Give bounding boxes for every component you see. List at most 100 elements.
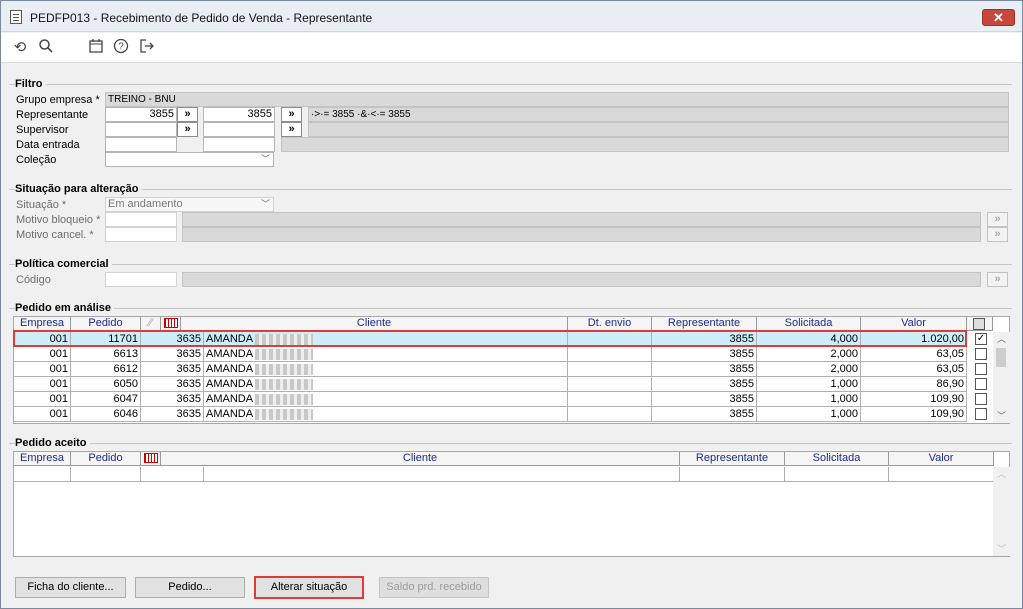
cell-cliente[interactable]: AMANDA bbox=[204, 392, 568, 407]
empty-cell[interactable] bbox=[71, 467, 141, 482]
codigo-lookup-button[interactable]: » bbox=[987, 272, 1008, 287]
cell-valor[interactable]: 86,90 bbox=[861, 377, 967, 392]
representante-from-lookup-button[interactable]: » bbox=[177, 107, 198, 122]
cell-sol[interactable]: 2,000 bbox=[757, 347, 861, 362]
exit-icon[interactable] bbox=[137, 38, 157, 58]
cell-cliente[interactable]: AMANDA bbox=[204, 347, 568, 362]
cell-dt[interactable] bbox=[568, 392, 652, 407]
cell-cod[interactable]: 3635 bbox=[141, 347, 204, 362]
col-select-all[interactable] bbox=[967, 317, 993, 331]
col-pedido[interactable]: Pedido bbox=[71, 452, 141, 466]
scroll-up-icon[interactable]: ︿ bbox=[993, 332, 1010, 346]
analise-scrollbar[interactable]: ︿ ﹀ bbox=[993, 332, 1010, 423]
col-cliente[interactable]: Cliente bbox=[181, 317, 568, 331]
cell-rep[interactable]: 3855 bbox=[652, 407, 757, 422]
motivo-bloqueio-input[interactable] bbox=[105, 212, 177, 227]
cell-empresa[interactable]: 001 bbox=[14, 392, 71, 407]
representante-from-input[interactable]: 3855 bbox=[105, 107, 177, 122]
cell-dt[interactable] bbox=[568, 407, 652, 422]
supervisor-to-lookup-button[interactable]: » bbox=[281, 122, 302, 137]
grupo-empresa-field[interactable]: TREINO - BNU bbox=[105, 92, 1009, 107]
cell-rep[interactable]: 3855 bbox=[652, 347, 757, 362]
row-checkbox[interactable] bbox=[975, 393, 987, 405]
row-checkbox[interactable] bbox=[975, 348, 987, 360]
empty-cell[interactable] bbox=[680, 467, 785, 482]
supervisor-from-lookup-button[interactable]: » bbox=[177, 122, 198, 137]
empty-cell[interactable] bbox=[204, 467, 680, 482]
cell-valor[interactable]: 109,90 bbox=[861, 392, 967, 407]
cell-cod[interactable]: 3635 bbox=[141, 407, 204, 422]
col-valor[interactable]: Valor bbox=[861, 317, 967, 331]
cell-pedido[interactable]: 6613 bbox=[71, 347, 141, 362]
motivo-cancel-input[interactable] bbox=[105, 227, 177, 242]
cell-sol[interactable]: 1,000 bbox=[757, 377, 861, 392]
cell-empresa[interactable]: 001 bbox=[14, 347, 71, 362]
scroll-thumb[interactable] bbox=[996, 348, 1006, 367]
supervisor-from-input[interactable] bbox=[105, 122, 177, 137]
cell-dt[interactable] bbox=[568, 347, 652, 362]
motivo-bloqueio-lookup-button[interactable]: » bbox=[987, 212, 1008, 227]
data-entrada-to-input[interactable] bbox=[203, 137, 275, 152]
colecao-select[interactable]: ﹀ bbox=[105, 152, 274, 167]
row-checkbox[interactable] bbox=[975, 378, 987, 390]
empty-cell[interactable] bbox=[14, 467, 71, 482]
empty-cell[interactable] bbox=[785, 467, 889, 482]
saldo-prd-button[interactable]: Saldo prd. recebido bbox=[379, 577, 489, 598]
representante-to-input[interactable]: 3855 bbox=[203, 107, 275, 122]
col-solicitada[interactable]: Solicitada bbox=[757, 317, 861, 331]
cell-cod[interactable]: 3635 bbox=[141, 362, 204, 377]
row-checkbox[interactable] bbox=[975, 363, 987, 375]
scroll-down-icon[interactable]: ﹀ bbox=[993, 409, 1010, 423]
col-cliente[interactable]: Cliente bbox=[161, 452, 680, 466]
row-checkbox[interactable]: ✓ bbox=[975, 333, 987, 345]
col-sort[interactable]: ⁄⁄ bbox=[141, 317, 161, 331]
representante-to-lookup-button[interactable]: » bbox=[281, 107, 302, 122]
cell-empresa[interactable]: 001 bbox=[14, 362, 71, 377]
cell-cod[interactable]: 3635 bbox=[141, 392, 204, 407]
cell-dt[interactable] bbox=[568, 377, 652, 392]
cell-rep[interactable]: 3855 bbox=[652, 392, 757, 407]
ficha-cliente-button[interactable]: Ficha do cliente... bbox=[15, 577, 126, 598]
calendar-icon[interactable] bbox=[86, 38, 106, 58]
col-pedido[interactable]: Pedido bbox=[71, 317, 141, 331]
empty-cell[interactable] bbox=[889, 467, 994, 482]
cell-sol[interactable]: 1,000 bbox=[757, 407, 861, 422]
cell-empresa[interactable]: 001 bbox=[14, 377, 71, 392]
cell-rep[interactable]: 3855 bbox=[652, 377, 757, 392]
cell-empresa[interactable]: 001 bbox=[14, 407, 71, 422]
col-valor[interactable]: Valor bbox=[889, 452, 994, 466]
cell-dt[interactable] bbox=[568, 362, 652, 377]
cell-sol[interactable]: 2,000 bbox=[757, 362, 861, 377]
cell-cliente[interactable]: AMANDA bbox=[204, 362, 568, 377]
cell-pedido[interactable]: 6050 bbox=[71, 377, 141, 392]
cell-valor[interactable]: 63,05 bbox=[861, 347, 967, 362]
codigo-input[interactable] bbox=[105, 272, 177, 287]
supervisor-to-input[interactable] bbox=[203, 122, 275, 137]
col-solicitada[interactable]: Solicitada bbox=[785, 452, 889, 466]
search-icon[interactable] bbox=[36, 38, 56, 58]
col-calendar[interactable] bbox=[161, 317, 181, 331]
pedido-button[interactable]: Pedido... bbox=[135, 577, 245, 598]
cell-valor[interactable]: 63,05 bbox=[861, 362, 967, 377]
cell-rep[interactable]: 3855 bbox=[652, 362, 757, 377]
col-empresa[interactable]: Empresa bbox=[14, 317, 71, 331]
scroll-up-icon[interactable]: ︿ bbox=[993, 467, 1010, 481]
scroll-down-icon[interactable]: ﹀ bbox=[993, 542, 1010, 556]
cell-sol[interactable]: 1,000 bbox=[757, 392, 861, 407]
row-checkbox[interactable] bbox=[975, 408, 987, 420]
refresh-icon[interactable]: ⟲ bbox=[10, 38, 30, 58]
cell-pedido[interactable]: 6612 bbox=[71, 362, 141, 377]
close-button[interactable]: ✕ bbox=[982, 9, 1015, 26]
col-dt-envio[interactable]: Dt. envio bbox=[568, 317, 652, 331]
cell-cliente[interactable]: AMANDA bbox=[204, 377, 568, 392]
empty-cell[interactable] bbox=[141, 467, 204, 482]
col-calendar[interactable] bbox=[141, 452, 161, 466]
cell-cod[interactable]: 3635 bbox=[141, 377, 204, 392]
aceito-scrollbar[interactable]: ︿ ﹀ bbox=[993, 467, 1010, 556]
cell-pedido[interactable]: 6047 bbox=[71, 392, 141, 407]
cell-valor[interactable]: 109,90 bbox=[861, 407, 967, 422]
motivo-cancel-lookup-button[interactable]: » bbox=[987, 227, 1008, 242]
data-entrada-from-input[interactable] bbox=[105, 137, 177, 152]
col-empresa[interactable]: Empresa bbox=[14, 452, 71, 466]
cell-pedido[interactable]: 6046 bbox=[71, 407, 141, 422]
